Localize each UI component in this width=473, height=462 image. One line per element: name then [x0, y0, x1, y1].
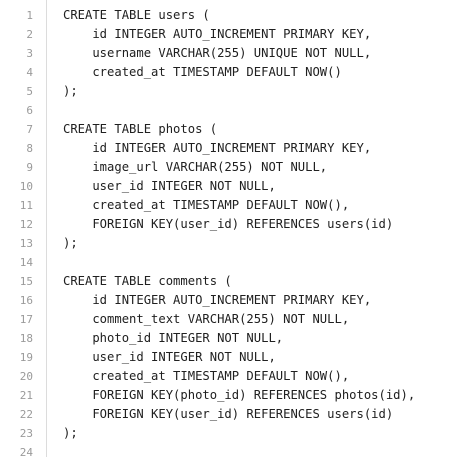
code-line-text: CREATE TABLE comments (	[63, 274, 232, 288]
code-line-text: );	[63, 84, 78, 98]
code-line[interactable]: FOREIGN KEY(user_id) REFERENCES users(id…	[47, 405, 473, 424]
line-number: 17	[19, 313, 33, 326]
code-line[interactable]	[47, 253, 473, 272]
code-line-text: created_at TIMESTAMP DEFAULT NOW(),	[63, 369, 350, 383]
line-number: 7	[26, 123, 33, 136]
code-line-text: );	[63, 236, 78, 250]
line-number: 1	[26, 9, 33, 22]
code-line-text: id INTEGER AUTO_INCREMENT PRIMARY KEY,	[63, 27, 372, 41]
code-line[interactable]: user_id INTEGER NOT NULL,	[47, 177, 473, 196]
line-number: 2	[26, 28, 33, 41]
code-line[interactable]: FOREIGN KEY(photo_id) REFERENCES photos(…	[47, 386, 473, 405]
code-line-text: image_url VARCHAR(255) NOT NULL,	[63, 160, 328, 174]
code-line-text: user_id INTEGER NOT NULL,	[63, 350, 276, 364]
code-line[interactable]: );	[47, 82, 473, 101]
line-number: 19	[19, 351, 33, 364]
line-number: 16	[19, 294, 33, 307]
line-number: 14	[19, 256, 33, 269]
code-line-text: FOREIGN KEY(user_id) REFERENCES users(id…	[63, 407, 394, 421]
line-number: 12	[19, 218, 33, 231]
code-line-text: comment_text VARCHAR(255) NOT NULL,	[63, 312, 350, 326]
code-line[interactable]: );	[47, 424, 473, 443]
code-line-text: FOREIGN KEY(user_id) REFERENCES users(id…	[63, 217, 394, 231]
code-editor[interactable]: 1 2 3 4 5 6 7 8 9 10 11 12 13 14 15 16 17 18 19 20 21 22 23 24 …	[0, 0, 473, 459]
line-number: 5	[26, 85, 33, 98]
line-number: 15	[19, 275, 33, 288]
code-line-text: CREATE TABLE photos (	[63, 122, 218, 136]
code-line-text: username VARCHAR(255) UNIQUE NOT NULL,	[63, 46, 372, 60]
line-number: 21	[19, 389, 33, 402]
line-number: 13	[19, 237, 33, 250]
code-line-text: FOREIGN KEY(photo_id) REFERENCES photos(…	[63, 388, 416, 402]
code-line[interactable]	[47, 101, 473, 120]
code-line[interactable]: image_url VARCHAR(255) NOT NULL,	[47, 158, 473, 177]
line-number: 8	[26, 142, 33, 155]
code-line[interactable]: created_at TIMESTAMP DEFAULT NOW()	[47, 63, 473, 82]
line-number: 23	[19, 427, 33, 440]
line-number: 22	[19, 408, 33, 421]
code-line[interactable]: id INTEGER AUTO_INCREMENT PRIMARY KEY,	[47, 291, 473, 310]
code-line[interactable]: CREATE TABLE users (	[47, 6, 473, 25]
line-number: 11	[19, 199, 33, 212]
code-line[interactable]: FOREIGN KEY(user_id) REFERENCES users(id…	[47, 215, 473, 234]
line-number-gutter: 1 2 3 4 5 6 7 8 9 10 11 12 13 14 15 16 17 18 19 20 21 22 23 24	[0, 0, 47, 459]
code-line[interactable]: photo_id INTEGER NOT NULL,	[47, 329, 473, 348]
code-line[interactable]: comment_text VARCHAR(255) NOT NULL,	[47, 310, 473, 329]
code-line[interactable]: CREATE TABLE photos (	[47, 120, 473, 139]
code-line[interactable]: id INTEGER AUTO_INCREMENT PRIMARY KEY,	[47, 139, 473, 158]
code-line-text: id INTEGER AUTO_INCREMENT PRIMARY KEY,	[63, 293, 372, 307]
code-line-text: created_at TIMESTAMP DEFAULT NOW(),	[63, 198, 350, 212]
code-line-text: created_at TIMESTAMP DEFAULT NOW()	[63, 65, 342, 79]
code-line-text: user_id INTEGER NOT NULL,	[63, 179, 276, 193]
line-number: 3	[26, 47, 33, 60]
line-number: 20	[19, 370, 33, 383]
line-number: 18	[19, 332, 33, 345]
code-area[interactable]: CREATE TABLE users ( id INTEGER AUTO_INC…	[47, 0, 473, 457]
line-number: 6	[26, 104, 33, 117]
code-line[interactable]: CREATE TABLE comments (	[47, 272, 473, 291]
code-line[interactable]: user_id INTEGER NOT NULL,	[47, 348, 473, 367]
code-line[interactable]: username VARCHAR(255) UNIQUE NOT NULL,	[47, 44, 473, 63]
line-number: 24	[19, 446, 33, 459]
code-line-text: CREATE TABLE users (	[63, 8, 210, 22]
code-line[interactable]: );	[47, 234, 473, 253]
code-line-text: id INTEGER AUTO_INCREMENT PRIMARY KEY,	[63, 141, 372, 155]
code-line-text: photo_id INTEGER NOT NULL,	[63, 331, 284, 345]
line-number: 9	[26, 161, 33, 174]
line-number: 10	[19, 180, 33, 193]
code-line[interactable]: id INTEGER AUTO_INCREMENT PRIMARY KEY,	[47, 25, 473, 44]
code-line-text: );	[63, 426, 78, 440]
code-line[interactable]	[47, 443, 473, 462]
code-line[interactable]: created_at TIMESTAMP DEFAULT NOW(),	[47, 196, 473, 215]
code-line[interactable]: created_at TIMESTAMP DEFAULT NOW(),	[47, 367, 473, 386]
line-number: 4	[26, 66, 33, 79]
